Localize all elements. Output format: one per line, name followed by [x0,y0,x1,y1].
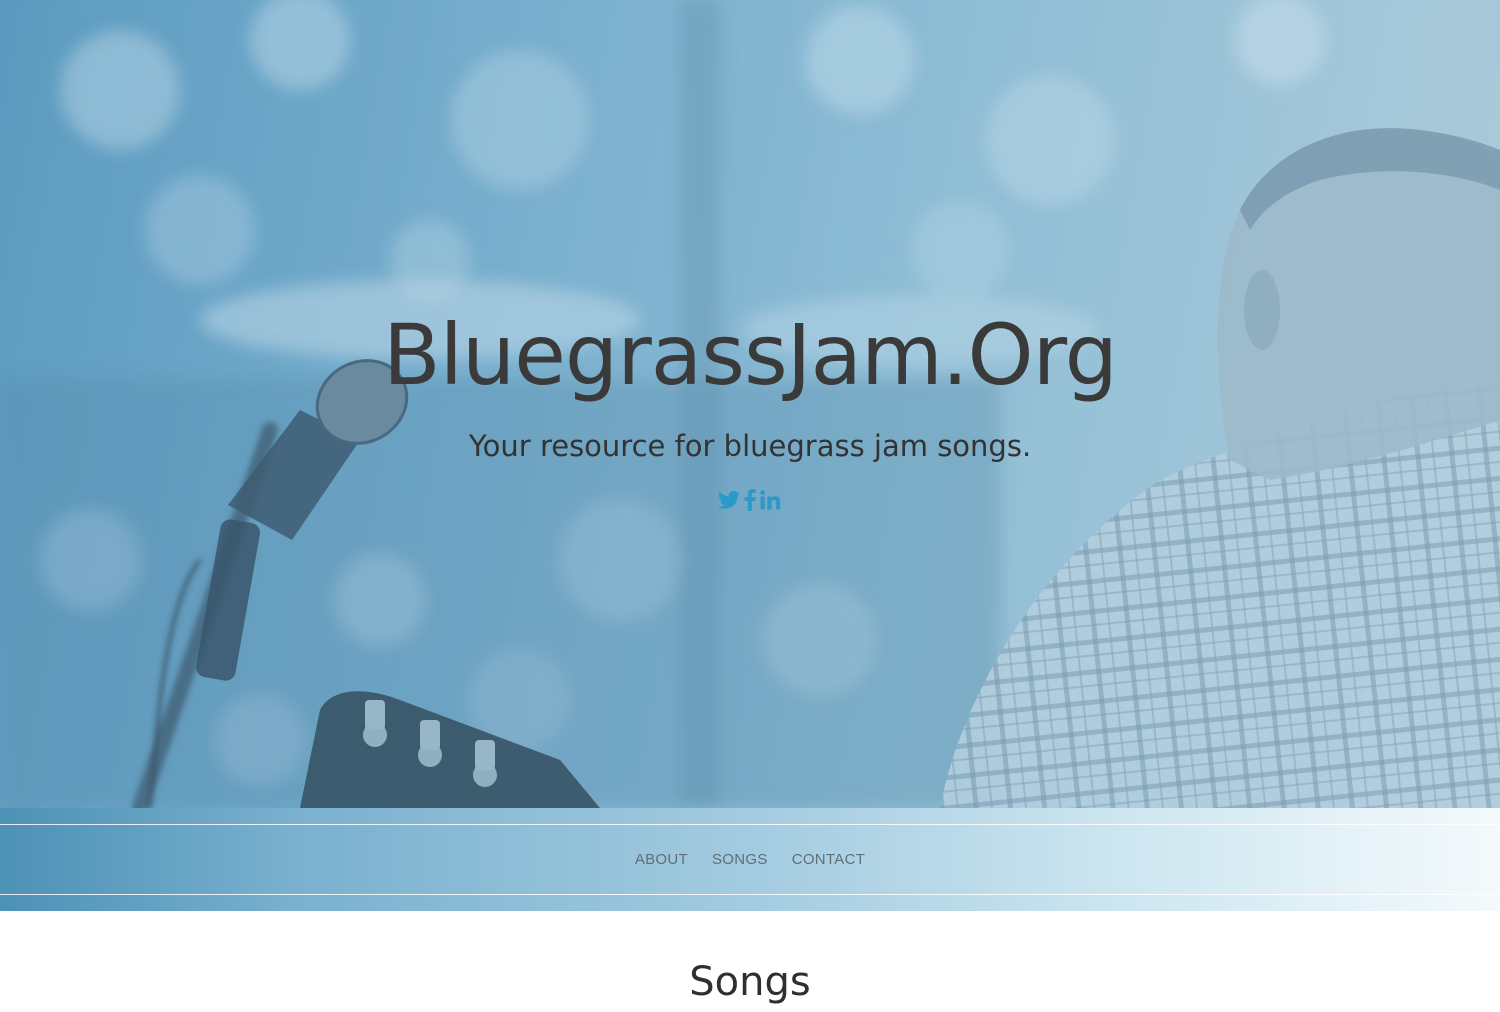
nav-link-songs[interactable]: SONGS [712,851,768,868]
main-navigation: ABOUT SONGS CONTACT [0,808,1500,911]
social-links [0,486,1500,514]
linkedin-icon [760,490,781,510]
songs-section-title: Songs [689,959,811,1005]
hero-content: BluegrassJam.Org Your resource for blueg… [0,300,1500,514]
site-tagline: Your resource for bluegrass jam songs. [468,429,1032,463]
hero-banner: BluegrassJam.Org Your resource for blueg… [0,0,1500,808]
nav-link-contact[interactable]: CONTACT [792,851,865,868]
facebook-link[interactable] [744,487,756,513]
nav-link-about[interactable]: ABOUT [635,851,688,868]
twitter-icon [718,490,740,509]
facebook-icon [744,489,756,511]
nav-bottom-divider [0,894,1500,895]
twitter-link[interactable] [718,487,740,513]
linkedin-link[interactable] [760,487,782,513]
nav-links: ABOUT SONGS CONTACT [0,825,1500,894]
site-title: BluegrassJam.Org [382,306,1118,404]
